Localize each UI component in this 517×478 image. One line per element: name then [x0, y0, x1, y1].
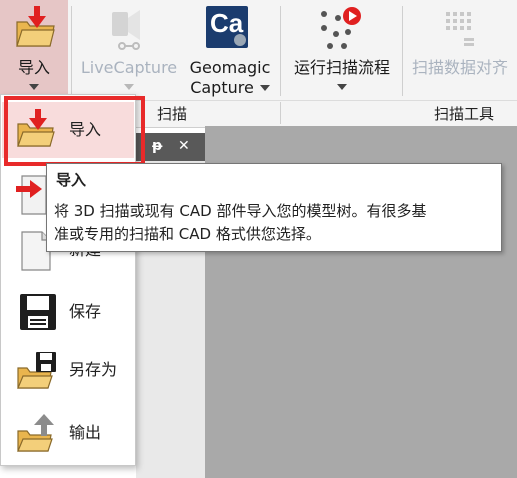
tooltip-line-2: 准或专用的扫描和 CAD 格式供您选择。	[54, 225, 321, 243]
tooltip-body: 将 3D 扫描或现有 CAD 部件导入您的模型树。有很多基 准或专用的扫描和 C…	[54, 200, 498, 246]
menu-item-export[interactable]: 输出	[2, 405, 134, 461]
ribbon-geomagic-label-line1: Geomagic	[189, 58, 271, 77]
menu-item-save-as[interactable]: 另存为	[2, 342, 134, 398]
menu-item-label: 输出	[69, 423, 102, 442]
ribbon-geomagic-label-line2: Capture	[190, 78, 254, 97]
tooltip-line-1: 将 3D 扫描或现有 CAD 部件导入您的模型树。有很多基	[54, 202, 427, 220]
group-label-scan-tools: 扫描工具	[434, 105, 495, 123]
chevron-down-icon[interactable]	[29, 84, 39, 90]
folder-import-icon	[16, 6, 55, 47]
export-icon	[17, 414, 54, 452]
ribbon-geomagic-capture-button[interactable]: Ca Geomagic Capture	[184, 0, 276, 98]
scan-align-icon	[446, 12, 474, 46]
ribbon-separator	[280, 6, 281, 96]
chevron-down-icon[interactable]	[124, 84, 134, 90]
menu-item-label: 保存	[69, 302, 102, 321]
group-label-scan: 扫描	[157, 105, 188, 123]
ribbon-livecapture-button[interactable]: LiveCapture	[76, 0, 182, 98]
save-as-icon	[17, 352, 56, 389]
live-capture-icon	[112, 10, 140, 50]
ribbon-import-label: 导入	[17, 58, 50, 77]
side-panel-header: ᵽ ✕	[136, 133, 205, 161]
ribbon-run-scan-label: 运行扫描流程	[293, 58, 390, 77]
chevron-down-icon[interactable]	[260, 85, 270, 91]
menu-item-save[interactable]: 保存	[2, 284, 134, 340]
logo-badge	[234, 34, 246, 46]
ribbon-livecapture-label: LiveCapture	[80, 58, 178, 77]
group-separator	[280, 102, 281, 124]
import-tooltip: 导入 将 3D 扫描或现有 CAD 部件导入您的模型树。有很多基 准或专用的扫描…	[46, 163, 502, 252]
ribbon-run-scan-workflow-button[interactable]: 运行扫描流程	[284, 0, 400, 98]
ribbon-scan-align-label: 扫描数据对齐	[412, 58, 509, 77]
ribbon-import-button[interactable]: 导入	[0, 0, 68, 98]
ribbon-separator	[71, 6, 72, 96]
ribbon-scan-align-button[interactable]: 扫描数据对齐	[404, 0, 517, 98]
annotation-highlight-box	[4, 96, 145, 166]
scan-workflow-icon	[321, 7, 361, 49]
pin-icon[interactable]: ᵽ	[152, 138, 162, 154]
close-icon[interactable]: ✕	[178, 138, 190, 154]
menu-item-label: 另存为	[69, 360, 118, 379]
chevron-down-icon[interactable]	[337, 84, 347, 90]
ribbon-separator	[402, 6, 403, 96]
geomagic-capture-logo-icon: Ca	[206, 6, 248, 48]
tooltip-title: 导入	[56, 171, 87, 189]
save-icon	[20, 294, 56, 330]
